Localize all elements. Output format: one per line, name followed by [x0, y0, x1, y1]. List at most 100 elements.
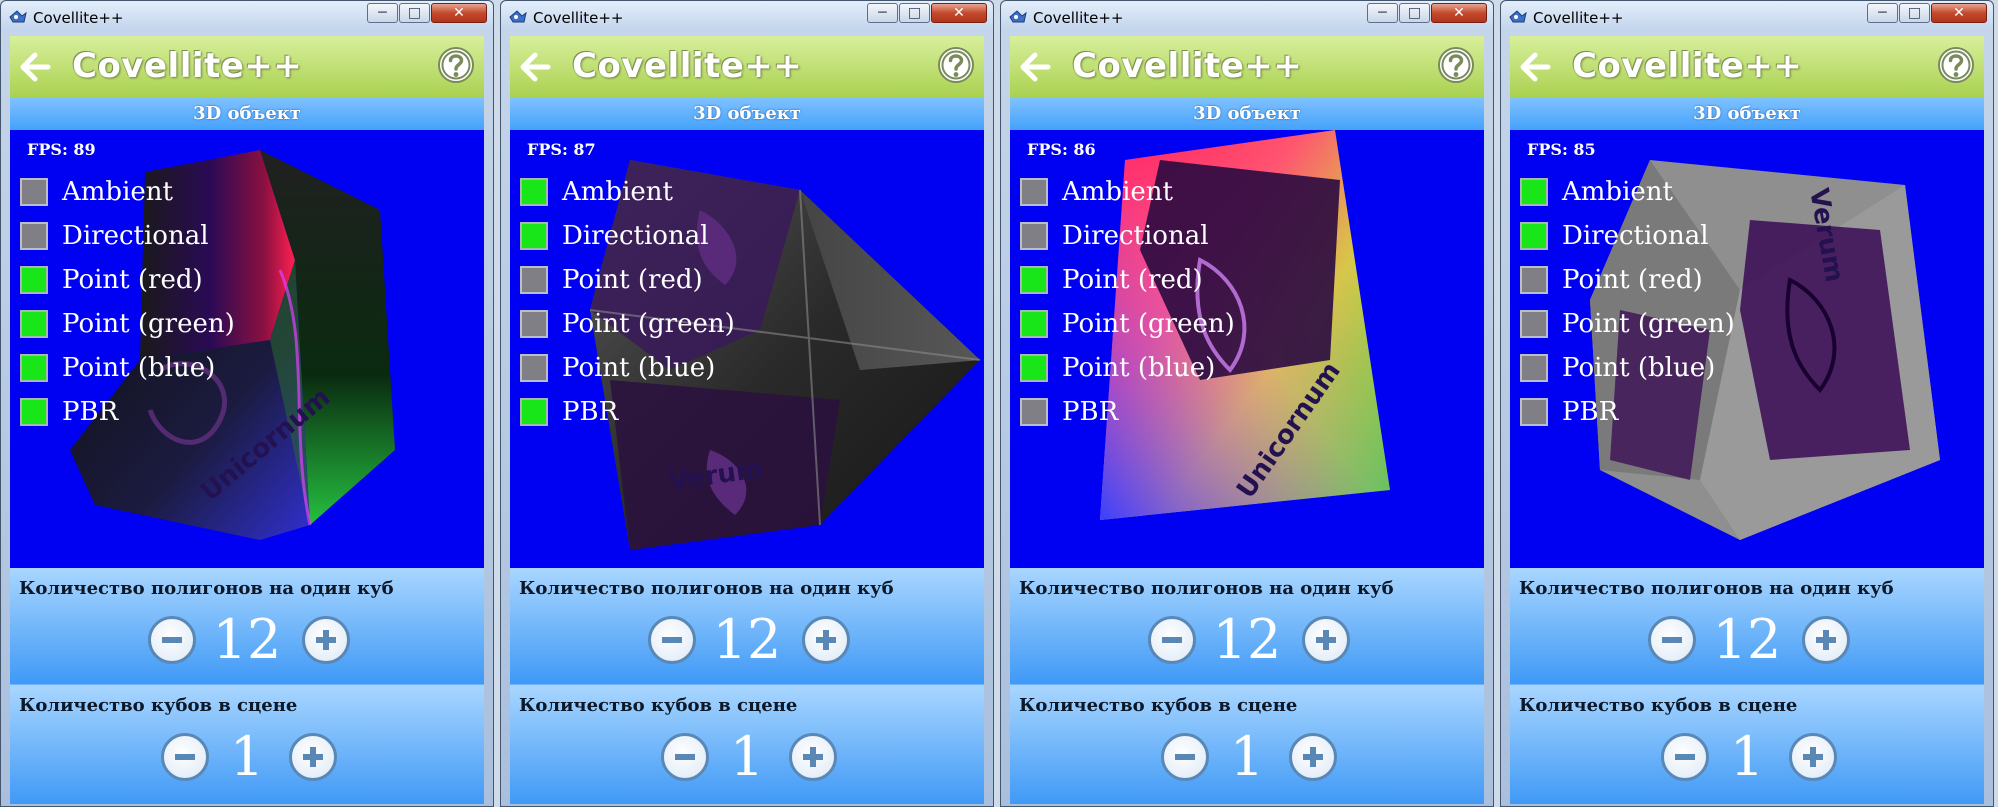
maximize-button[interactable]: □ — [1899, 3, 1930, 23]
arrow-left-icon[interactable] — [518, 50, 552, 84]
polygons-decrease-button[interactable] — [1148, 616, 1196, 664]
cubes-increase-button[interactable] — [789, 733, 837, 781]
polygons-decrease-button[interactable] — [648, 616, 696, 664]
light-checkbox[interactable] — [20, 310, 48, 338]
light-toggle-point-green[interactable]: Point (green) — [1520, 302, 1735, 346]
light-checkbox[interactable] — [1520, 266, 1548, 294]
light-checkbox[interactable] — [520, 266, 548, 294]
window-titlebar[interactable]: Covellite++ ─ □ ✕ — [1501, 1, 1993, 31]
polygons-increase-button[interactable] — [802, 616, 850, 664]
light-toggle-pbr[interactable]: PBR — [520, 390, 735, 434]
maximize-button[interactable]: □ — [1399, 3, 1430, 23]
arrow-left-icon[interactable] — [1518, 50, 1552, 84]
light-checkbox[interactable] — [20, 354, 48, 382]
cubes-decrease-button[interactable] — [661, 733, 709, 781]
light-checkbox[interactable] — [520, 310, 548, 338]
close-button[interactable]: ✕ — [1931, 3, 1987, 23]
light-toggle-point-blue[interactable]: Point (blue) — [1520, 346, 1735, 390]
light-toggle-point-red[interactable]: Point (red) — [1020, 258, 1235, 302]
polygons-increase-button[interactable] — [1302, 616, 1350, 664]
light-toggle-directional[interactable]: Directional — [1020, 214, 1235, 258]
light-toggle-pbr[interactable]: PBR — [1520, 390, 1735, 434]
light-toggle-point-green[interactable]: Point (green) — [1020, 302, 1235, 346]
light-toggle-point-red[interactable]: Point (red) — [20, 258, 235, 302]
maximize-button[interactable]: □ — [899, 3, 930, 23]
light-checkbox[interactable] — [1520, 310, 1548, 338]
light-toggle-directional[interactable]: Directional — [520, 214, 735, 258]
light-checkbox[interactable] — [1020, 222, 1048, 250]
window-titlebar[interactable]: Covellite++ ─ □ ✕ — [1001, 1, 1493, 31]
light-toggle-ambient[interactable]: Ambient — [520, 170, 735, 214]
light-toggle-ambient[interactable]: Ambient — [1520, 170, 1735, 214]
light-checkbox[interactable] — [1520, 354, 1548, 382]
light-toggle-point-green[interactable]: Point (green) — [20, 302, 235, 346]
question-mark-icon[interactable] — [1936, 45, 1976, 85]
3d-scene-viewport[interactable]: Verum FPS: 87 Ambient Directional Point … — [510, 130, 984, 568]
polygons-label: Количество полигонов на один куб — [1519, 578, 1894, 599]
light-checkbox[interactable] — [1020, 310, 1048, 338]
cubes-decrease-button[interactable] — [1661, 733, 1709, 781]
question-mark-icon[interactable] — [936, 45, 976, 85]
cubes-increase-button[interactable] — [289, 733, 337, 781]
minimize-button[interactable]: ─ — [867, 3, 898, 23]
arrow-left-icon[interactable] — [18, 50, 52, 84]
minimize-button[interactable]: ─ — [367, 3, 398, 23]
polygons-increase-button[interactable] — [302, 616, 350, 664]
minimize-button[interactable]: ─ — [1367, 3, 1398, 23]
plus-icon — [816, 630, 836, 650]
3d-scene-viewport[interactable]: Unicornum FPS: 89 Ambient Directional Po… — [10, 130, 484, 568]
3d-scene-viewport[interactable]: Unicornum FPS: 86 Ambient Directional Po… — [1010, 130, 1484, 568]
minimize-button[interactable]: ─ — [1867, 3, 1898, 23]
question-mark-icon[interactable] — [1436, 45, 1476, 85]
light-checkbox[interactable] — [1020, 354, 1048, 382]
light-checkbox[interactable] — [520, 178, 548, 206]
light-checkbox[interactable] — [520, 222, 548, 250]
light-toggle-point-blue[interactable]: Point (blue) — [520, 346, 735, 390]
window-titlebar[interactable]: Covellite++ ─ □ ✕ — [1, 1, 493, 31]
light-toggle-ambient[interactable]: Ambient — [20, 170, 235, 214]
light-checkbox[interactable] — [20, 222, 48, 250]
light-toggle-pbr[interactable]: PBR — [20, 390, 235, 434]
light-toggle-ambient[interactable]: Ambient — [1020, 170, 1235, 214]
light-toggle-point-red[interactable]: Point (red) — [1520, 258, 1735, 302]
light-checkbox[interactable] — [1020, 266, 1048, 294]
cubes-increase-button[interactable] — [1289, 733, 1337, 781]
close-button[interactable]: ✕ — [431, 3, 487, 23]
light-toggle-point-blue[interactable]: Point (blue) — [20, 346, 235, 390]
light-checkbox[interactable] — [20, 398, 48, 426]
arrow-left-icon[interactable] — [1018, 50, 1052, 84]
light-checkbox[interactable] — [20, 266, 48, 294]
polygons-label: Количество полигонов на один куб — [519, 578, 894, 599]
light-toggle-point-red[interactable]: Point (red) — [520, 258, 735, 302]
cubes-increase-button[interactable] — [1789, 733, 1837, 781]
light-toggle-directional[interactable]: Directional — [1520, 214, 1735, 258]
light-checkbox[interactable] — [1020, 178, 1048, 206]
light-checkbox[interactable] — [20, 178, 48, 206]
light-checkbox[interactable] — [1520, 178, 1548, 206]
light-checkbox[interactable] — [1020, 398, 1048, 426]
light-toggle-point-blue[interactable]: Point (blue) — [1020, 346, 1235, 390]
close-button[interactable]: ✕ — [931, 3, 987, 23]
3d-scene-viewport[interactable]: Verum FPS: 85 Ambient Directional Point … — [1510, 130, 1984, 568]
light-toggle-directional[interactable]: Directional — [20, 214, 235, 258]
app-window-1: Covellite++ ─ □ ✕ Covellite++ 3D объект — [0, 0, 494, 807]
light-checkbox[interactable] — [1520, 398, 1548, 426]
cubes-decrease-button[interactable] — [161, 733, 209, 781]
polygons-increase-button[interactable] — [1802, 616, 1850, 664]
polygons-decrease-button[interactable] — [148, 616, 196, 664]
light-checkbox[interactable] — [520, 354, 548, 382]
cubes-decrease-button[interactable] — [1161, 733, 1209, 781]
light-toggle-pbr[interactable]: PBR — [1020, 390, 1235, 434]
polygons-decrease-button[interactable] — [1648, 616, 1696, 664]
close-button[interactable]: ✕ — [1431, 3, 1487, 23]
light-checkbox[interactable] — [1520, 222, 1548, 250]
app-window-2: Covellite++ ─ □ ✕ Covellite++ 3D объект — [500, 0, 994, 807]
question-mark-icon[interactable] — [436, 45, 476, 85]
light-toggle-point-green[interactable]: Point (green) — [520, 302, 735, 346]
light-checkbox[interactable] — [520, 398, 548, 426]
app-bar: Covellite++ — [1010, 36, 1484, 98]
page-subheader: 3D объект — [1010, 98, 1484, 130]
cubes-value: 1 — [729, 725, 765, 788]
window-titlebar[interactable]: Covellite++ ─ □ ✕ — [501, 1, 993, 31]
maximize-button[interactable]: □ — [399, 3, 430, 23]
